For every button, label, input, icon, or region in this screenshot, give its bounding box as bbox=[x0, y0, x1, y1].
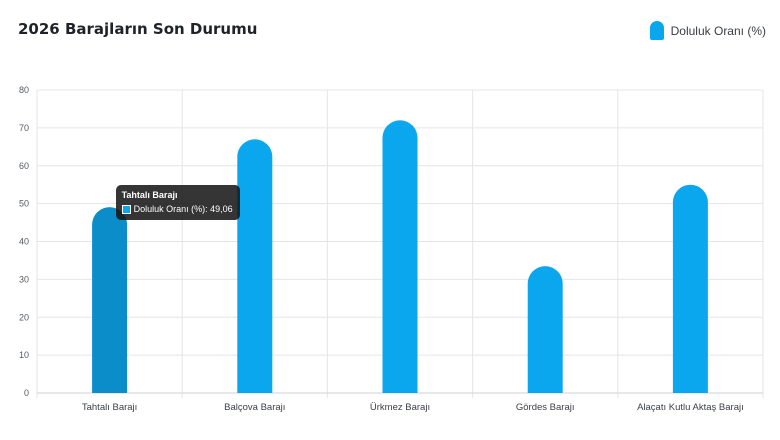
tooltip-row: Doluluk Oranı (%): 49,06 bbox=[121, 204, 233, 215]
y-tick-label: 50 bbox=[19, 199, 29, 209]
bar-chart: 0 10 20 30 40 50 60 70 80 Tahtalı Barajı Balçova B… bbox=[19, 85, 764, 413]
y-tick-label: 60 bbox=[19, 161, 29, 171]
x-category-label: Ürkmez Barajı bbox=[370, 402, 430, 413]
bar bbox=[237, 139, 273, 393]
tooltip-text: Doluluk Oranı (%): 49,06 bbox=[133, 204, 233, 215]
tooltip: Tahtalı Barajı Doluluk Oranı (%): 49,06 bbox=[115, 185, 240, 221]
y-tick-label: 0 bbox=[24, 388, 29, 398]
tooltip-title: Tahtalı Barajı bbox=[121, 190, 178, 201]
y-tick-label: 30 bbox=[19, 274, 29, 284]
bar bbox=[527, 266, 563, 393]
y-tick-label: 10 bbox=[19, 350, 29, 360]
bar bbox=[672, 184, 708, 393]
tooltip-swatch bbox=[121, 204, 131, 214]
bar bbox=[92, 207, 128, 393]
y-tick-label: 20 bbox=[19, 312, 29, 322]
y-tick-label: 40 bbox=[19, 237, 29, 247]
chart-card: 2026 Barajların Son Durumu Doluluk Oranı… bbox=[0, 0, 780, 440]
bar bbox=[382, 120, 418, 394]
x-category-label: Tahtalı Barajı bbox=[82, 402, 137, 413]
x-category-label: Balçova Barajı bbox=[224, 402, 285, 413]
x-category-label: Alaçatı Kutlu Aktaş Barajı bbox=[637, 402, 744, 413]
x-category-label: Gördes Barajı bbox=[516, 402, 575, 413]
y-tick-label: 80 bbox=[19, 85, 29, 95]
y-tick-label: 70 bbox=[19, 123, 29, 133]
